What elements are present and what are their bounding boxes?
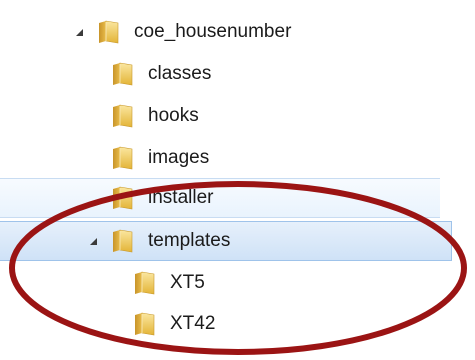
tree-item-coe-housenumber[interactable]: coe_housenumber (0, 12, 440, 52)
expanded-triangle-icon[interactable] (72, 25, 86, 39)
expanded-triangle-icon[interactable] (86, 234, 100, 248)
tree-item-images[interactable]: images (0, 138, 440, 178)
tree-item-label: images (148, 147, 210, 168)
folder-icon (110, 61, 134, 87)
tree-item-installer[interactable]: installer (0, 178, 440, 218)
tree-item-label: templates (148, 230, 231, 251)
tree-item-label: XT42 (170, 313, 216, 334)
folder-icon (132, 270, 156, 296)
tree-item-xt5[interactable]: XT5 (0, 263, 440, 303)
folder-icon (96, 19, 120, 45)
folder-tree: coe_housenumber classes hooks images ins… (0, 0, 475, 360)
tree-item-label: hooks (148, 105, 199, 126)
folder-icon (110, 103, 134, 129)
tree-item-label: classes (148, 63, 212, 84)
folder-icon (110, 145, 134, 171)
tree-item-label: XT5 (170, 272, 205, 293)
tree-item-label: coe_housenumber (134, 21, 292, 42)
tree-item-xt42[interactable]: XT42 (0, 304, 440, 344)
folder-icon (110, 185, 134, 211)
folder-icon (132, 311, 156, 337)
folder-icon (110, 228, 134, 254)
tree-item-templates[interactable]: templates (0, 221, 452, 261)
tree-item-label: installer (148, 187, 214, 208)
tree-item-hooks[interactable]: hooks (0, 96, 440, 136)
tree-item-classes[interactable]: classes (0, 54, 440, 94)
